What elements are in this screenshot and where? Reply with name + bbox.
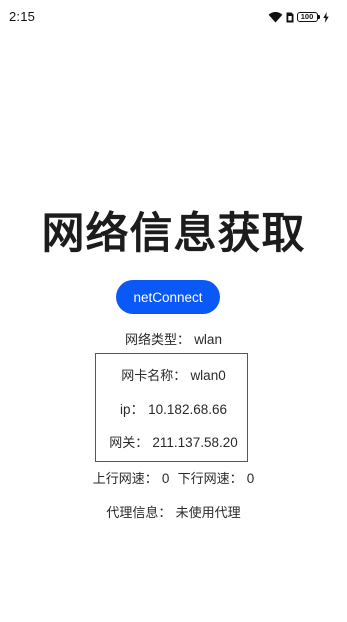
- net-type-label: 网络类型：: [125, 333, 191, 348]
- nic-name-row: 网卡名称： wlan0: [0, 367, 347, 386]
- upload-label: 上行网速：: [92, 472, 158, 487]
- nic-name-value: wlan0: [190, 368, 226, 383]
- ip-row: ip： 10.182.68.66: [0, 401, 347, 420]
- battery-icon: 100: [296, 12, 320, 22]
- net-type-row: 网络类型： wlan: [0, 331, 347, 350]
- proxy-label: 代理信息：: [106, 506, 172, 521]
- download-label: 下行网速：: [177, 472, 243, 487]
- download-value: 0: [246, 471, 255, 486]
- ip-label: ip：: [120, 402, 145, 417]
- ip-value: 10.182.68.66: [148, 402, 227, 417]
- sim-icon: [286, 12, 294, 23]
- proxy-row: 代理信息： 未使用代理: [0, 505, 347, 523]
- gateway-label: 网关：: [109, 436, 149, 451]
- speed-row: 上行网速： 0 下行网速： 0: [0, 470, 347, 489]
- charging-icon: [323, 11, 329, 23]
- net-type-value: wlan: [194, 332, 222, 347]
- status-time: 2:15: [9, 9, 36, 24]
- battery-level: 100: [296, 12, 318, 22]
- page-title: 网络信息获取: [41, 209, 306, 259]
- proxy-value: 未使用代理: [175, 506, 241, 521]
- status-icons: 100: [268, 10, 330, 24]
- status-bar: 2:15 100: [0, 0, 347, 34]
- upload-value: 0: [161, 471, 170, 486]
- gateway-row: 网关： 211.137.58.20: [0, 434, 347, 453]
- gateway-value: 211.137.58.20: [152, 435, 238, 450]
- net-connect-button[interactable]: netConnect: [116, 280, 220, 314]
- nic-name-label: 网卡名称：: [121, 369, 187, 384]
- wifi-icon: [268, 11, 283, 23]
